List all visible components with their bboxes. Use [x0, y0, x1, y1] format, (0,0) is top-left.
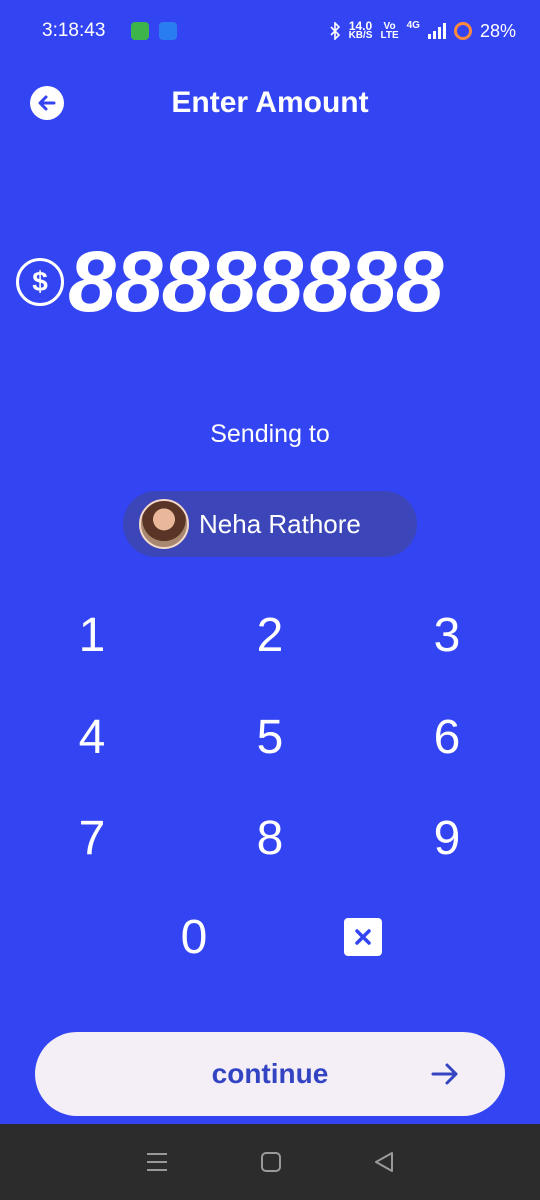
key-9[interactable]: 9: [387, 793, 507, 883]
back-nav-icon[interactable]: [373, 1151, 395, 1173]
home-icon[interactable]: [260, 1151, 282, 1173]
net-speed: 14.0 KB/S: [348, 20, 373, 41]
volte-bottom: LTE: [380, 30, 399, 41]
key-7[interactable]: 7: [32, 793, 152, 883]
key-6[interactable]: 6: [387, 692, 507, 782]
network-type: 4G: [406, 19, 420, 31]
key-4[interactable]: 4: [32, 692, 152, 782]
menu-icon[interactable]: [145, 1151, 169, 1173]
arrow-right-icon: [431, 1063, 458, 1085]
battery-icon: [453, 22, 472, 40]
status-indicators: 14.0 KB/S Vo LTE 4G 28%: [329, 19, 516, 42]
system-nav-bar: [0, 1124, 540, 1200]
close-icon: [344, 918, 382, 956]
key-8[interactable]: 8: [210, 793, 330, 883]
recipient-chip[interactable]: Neha Rathore: [123, 491, 417, 557]
net-speed-unit: KB/S: [348, 30, 373, 41]
header: Enter Amount: [0, 72, 540, 134]
key-0[interactable]: 0: [134, 892, 254, 982]
amount-value: 88888888: [68, 234, 444, 330]
sending-to-label: Sending to: [210, 420, 330, 448]
app-notification-icon: [131, 22, 150, 40]
volte-indicator: Vo LTE: [380, 22, 399, 41]
recipient-name: Neha Rathore: [199, 508, 361, 539]
key-1[interactable]: 1: [32, 590, 152, 680]
currency-symbol: $: [32, 266, 48, 297]
battery-percent: 28%: [479, 20, 516, 41]
status-time: 3:18:43: [42, 20, 106, 41]
bluetooth-icon: [329, 22, 340, 40]
continue-button[interactable]: continue: [35, 1032, 505, 1116]
signal-strength-icon: [427, 23, 446, 39]
status-bar: 3:18:43 14.0 KB/S Vo LTE 4G 28%: [0, 0, 540, 62]
key-3[interactable]: 3: [387, 590, 507, 680]
delete-key[interactable]: [303, 892, 423, 982]
amount-display: $ 88888888: [16, 232, 536, 332]
dollar-icon: $: [16, 258, 64, 306]
keypad: 1 2 3 4 5 6 7 8 9 0: [0, 590, 540, 1000]
page-title: Enter Amount: [171, 86, 369, 119]
key-5[interactable]: 5: [210, 692, 330, 782]
android-notification-icon: [159, 22, 178, 40]
key-2[interactable]: 2: [210, 590, 330, 680]
avatar: [139, 499, 189, 549]
continue-label: continue: [211, 1058, 329, 1089]
